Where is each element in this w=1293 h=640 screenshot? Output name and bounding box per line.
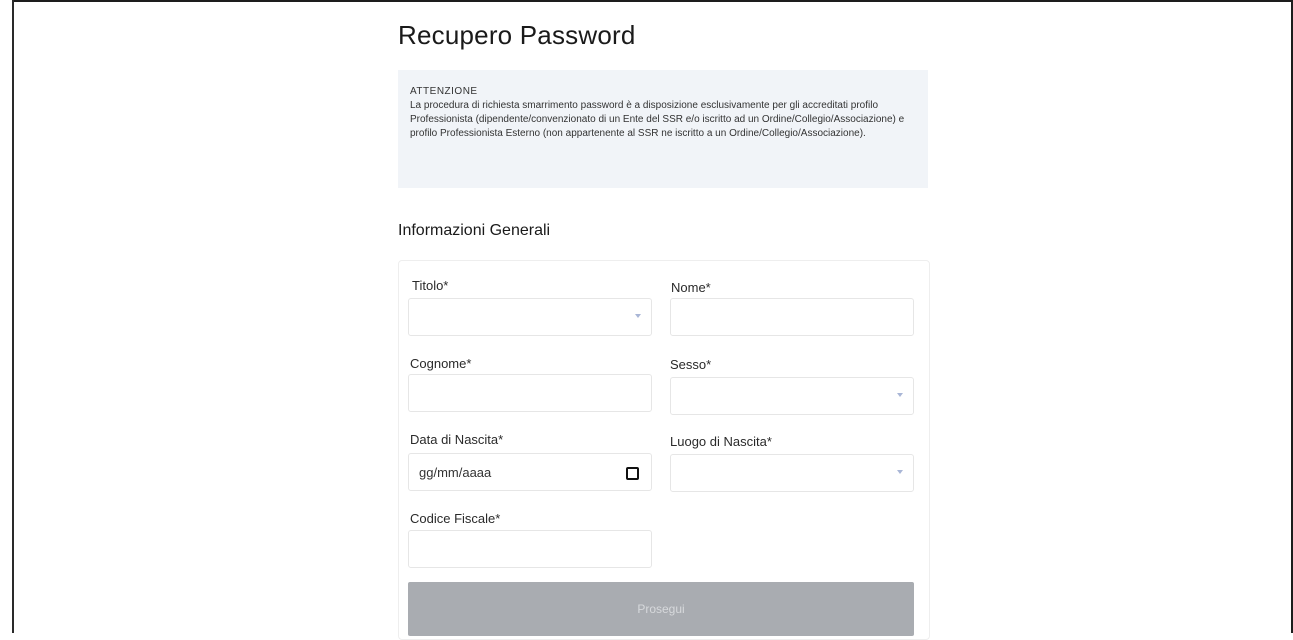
- sesso-select[interactable]: [670, 377, 914, 415]
- prosegui-button[interactable]: Prosegui: [408, 582, 914, 636]
- alert-text: La procedura di richiesta smarrimento pa…: [410, 100, 905, 139]
- codice-fiscale-input[interactable]: [408, 530, 652, 568]
- page-title: Recupero Password: [398, 20, 636, 50]
- section-title: Informazioni Generali: [398, 222, 551, 239]
- sesso-label: Sesso*: [670, 357, 712, 372]
- cognome-label: Cognome*: [410, 356, 472, 371]
- chevron-down-icon: [635, 314, 641, 318]
- calendar-icon[interactable]: [626, 467, 639, 480]
- alert-title: ATTENZIONE: [410, 86, 478, 97]
- cognome-input[interactable]: [408, 374, 652, 412]
- chevron-down-icon: [897, 470, 903, 474]
- nome-input[interactable]: [670, 298, 914, 336]
- data-nascita-value: gg/mm/aaaa: [419, 464, 492, 480]
- titolo-label: Titolo*: [412, 278, 449, 293]
- nome-label: Nome*: [671, 280, 711, 295]
- attention-alert: ATTENZIONE La procedura di richiesta sma…: [398, 70, 928, 188]
- titolo-select[interactable]: [408, 298, 652, 336]
- chevron-down-icon: [897, 393, 903, 397]
- data-nascita-label: Data di Nascita*: [410, 432, 504, 447]
- luogo-nascita-select[interactable]: [670, 454, 914, 492]
- luogo-nascita-label: Luogo di Nascita*: [670, 434, 772, 449]
- data-nascita-input[interactable]: gg/mm/aaaa: [408, 453, 652, 491]
- left-edge: [0, 0, 14, 633]
- codice-fiscale-label: Codice Fiscale*: [410, 511, 501, 526]
